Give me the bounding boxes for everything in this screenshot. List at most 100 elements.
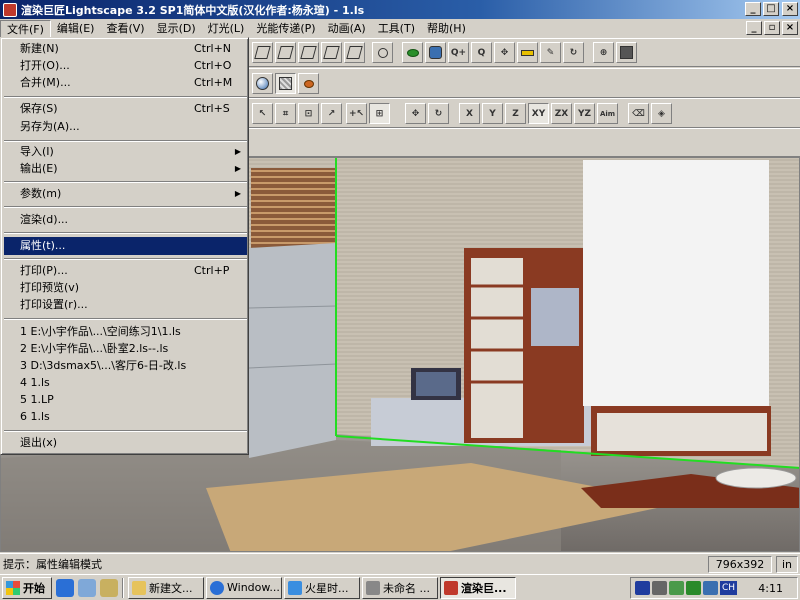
task-untitled[interactable]: 未命名 ... xyxy=(362,576,438,599)
menu-item-new[interactable]: 新建(N) Ctrl+N xyxy=(4,40,247,58)
menu-item-print-setup[interactable]: 打印设置(r)... xyxy=(4,296,247,314)
browser-icon xyxy=(210,580,224,595)
move-icon[interactable]: ✥ xyxy=(405,103,426,124)
input-language[interactable]: CH xyxy=(720,581,738,595)
menu-display[interactable]: 显示(D) xyxy=(151,20,202,38)
menu-item-save[interactable]: 保存(S) Ctrl+S xyxy=(4,100,247,118)
menu-item-exit[interactable]: 退出(x) xyxy=(4,434,247,452)
doc-minimize-button[interactable]: _ xyxy=(746,21,762,35)
messenger-icon[interactable] xyxy=(703,581,718,595)
menu-item-import[interactable]: 导入(I) ▶ xyxy=(4,143,247,161)
menu-item-print[interactable]: 打印(P)... Ctrl+P xyxy=(4,262,247,280)
zoom-window-icon[interactable] xyxy=(372,42,393,63)
aim-button[interactable]: Aim xyxy=(597,103,618,124)
light-icon[interactable] xyxy=(298,73,319,94)
menu-radiosity[interactable]: 光能传递(P) xyxy=(250,20,321,38)
submenu-arrow-icon: ▶ xyxy=(234,164,241,173)
menu-edit[interactable]: 编辑(E) xyxy=(51,20,101,38)
menu-tools[interactable]: 工具(T) xyxy=(372,20,421,38)
menu-separator xyxy=(4,140,247,142)
menu-item-save-as[interactable]: 另存为(A)... xyxy=(4,118,247,136)
menu-item-recent-2[interactable]: 2 E:\小宇作品\...\卧室2.ls--.ls xyxy=(4,340,247,358)
select-add-icon[interactable]: +↖ xyxy=(346,103,367,124)
menu-item-recent-1[interactable]: 1 E:\小宇作品\...\空间练习1\1.ls xyxy=(4,323,247,341)
submenu-arrow-icon: ▶ xyxy=(234,147,241,156)
select-arrow-icon[interactable]: ↗ xyxy=(321,103,342,124)
doc-close-button[interactable]: × xyxy=(782,21,798,35)
network-icon[interactable] xyxy=(669,581,684,595)
menu-item-print-preview[interactable]: 打印预览(v) xyxy=(4,279,247,297)
menu-item-parameters[interactable]: 参数(m) ▶ xyxy=(4,185,247,203)
cube-view-icon[interactable] xyxy=(298,42,319,63)
texture-icon[interactable] xyxy=(275,73,296,94)
plane-zx-button[interactable]: ZX xyxy=(551,103,572,124)
walk-icon[interactable]: ✎ xyxy=(540,42,561,63)
menu-item-properties[interactable]: 属性(t)... xyxy=(4,237,247,255)
clock[interactable]: 4:11 xyxy=(758,582,783,595)
menu-item-label: 2 E:\小宇作品\...\卧室2.ls--.ls xyxy=(20,342,169,355)
ie-quicklaunch-icon[interactable] xyxy=(56,578,74,597)
render-window-icon[interactable] xyxy=(616,42,637,63)
media-tray-icon[interactable] xyxy=(635,581,650,595)
rotate-object-icon[interactable]: ↻ xyxy=(428,103,449,124)
window-title: 渲染巨匠Lightscape 3.2 SP1简体中文版(汉化作者:杨永瑄) - … xyxy=(21,3,365,17)
cube-view-icon[interactable] xyxy=(275,42,296,63)
select-icon[interactable]: ↖ xyxy=(252,103,273,124)
menu-item-label: 保存(S) xyxy=(20,102,58,115)
plane-xy-button[interactable]: XY xyxy=(528,103,549,124)
task-new-doc[interactable]: 新建文... xyxy=(128,576,204,599)
pan-icon[interactable]: ✥ xyxy=(494,42,515,63)
task-lightscape[interactable]: 渲染巨... xyxy=(440,576,516,599)
select-filter-icon[interactable]: ⌗ xyxy=(275,103,296,124)
menu-item-recent-3[interactable]: 3 D:\3dsmax5\...\客厅6-日-改.ls xyxy=(4,357,247,375)
dolly-icon[interactable] xyxy=(517,42,538,63)
volume-icon[interactable] xyxy=(652,581,667,595)
menu-item-render[interactable]: 渲染(d)... xyxy=(4,211,247,229)
menu-item-label: 打开(O)... xyxy=(20,59,70,72)
zoom-extents-icon[interactable]: ⊕ xyxy=(593,42,614,63)
camera-icon[interactable] xyxy=(425,42,446,63)
task-hxsd[interactable]: 火星时... xyxy=(284,576,360,599)
eraser-icon[interactable]: ⌫ xyxy=(628,103,649,124)
select-group-icon[interactable]: ⊞ xyxy=(369,103,390,124)
menu-item-export[interactable]: 输出(E) ▶ xyxy=(4,160,247,178)
select-surface-icon[interactable]: ⊡ xyxy=(298,103,319,124)
doc-restore-button[interactable]: ▫ xyxy=(764,21,780,35)
menu-light[interactable]: 灯光(L) xyxy=(202,20,251,38)
zoom-in-icon[interactable]: Q+ xyxy=(448,42,469,63)
menu-item-recent-6[interactable]: 6 1.ls xyxy=(4,408,247,426)
menu-separator xyxy=(4,430,247,432)
axis-x-button[interactable]: X xyxy=(459,103,480,124)
cube-view-icon[interactable] xyxy=(344,42,365,63)
title-bar[interactable]: 渲染巨匠Lightscape 3.2 SP1简体中文版(汉化作者:杨永瑄) - … xyxy=(0,0,800,19)
menu-item-open[interactable]: 打开(O)... Ctrl+O xyxy=(4,57,247,75)
axis-z-button[interactable]: Z xyxy=(505,103,526,124)
shaded-sphere-icon[interactable] xyxy=(252,73,273,94)
desktop-quicklaunch-icon[interactable] xyxy=(100,578,118,597)
task-windows[interactable]: Window... xyxy=(206,576,282,599)
cube-view-icon[interactable] xyxy=(252,42,273,63)
menu-help[interactable]: 帮助(H) xyxy=(421,20,472,38)
menu-item-recent-4[interactable]: 4 1.ls xyxy=(4,374,247,392)
menu-view[interactable]: 查看(V) xyxy=(100,20,150,38)
menu-item-merge[interactable]: 合并(M)... Ctrl+M xyxy=(4,74,247,92)
orbit-icon[interactable] xyxy=(402,42,423,63)
start-label: 开始 xyxy=(23,581,45,595)
rotate-icon[interactable]: ↻ xyxy=(563,42,584,63)
tag-icon[interactable]: ◈ xyxy=(651,103,672,124)
start-button[interactable]: 开始 xyxy=(2,576,52,599)
menu-animation[interactable]: 动画(A) xyxy=(322,20,372,38)
menu-item-label: 3 D:\3dsmax5\...\客厅6-日-改.ls xyxy=(20,359,187,372)
plane-yz-button[interactable]: YZ xyxy=(574,103,595,124)
axis-y-button[interactable]: Y xyxy=(482,103,503,124)
minimize-button[interactable]: _ xyxy=(745,2,761,16)
close-button[interactable]: × xyxy=(782,2,798,16)
menu-file[interactable]: 文件(F) xyxy=(0,19,51,38)
cube-view-icon[interactable] xyxy=(321,42,342,63)
menu-item-recent-5[interactable]: 5 1.LP xyxy=(4,391,247,409)
explorer-quicklaunch-icon[interactable] xyxy=(78,578,96,597)
zoom-out-icon[interactable]: Q xyxy=(471,42,492,63)
antivirus-icon[interactable] xyxy=(686,581,701,595)
menu-item-label: 打印设置(r)... xyxy=(20,298,88,311)
maximize-button[interactable]: □ xyxy=(763,2,779,16)
